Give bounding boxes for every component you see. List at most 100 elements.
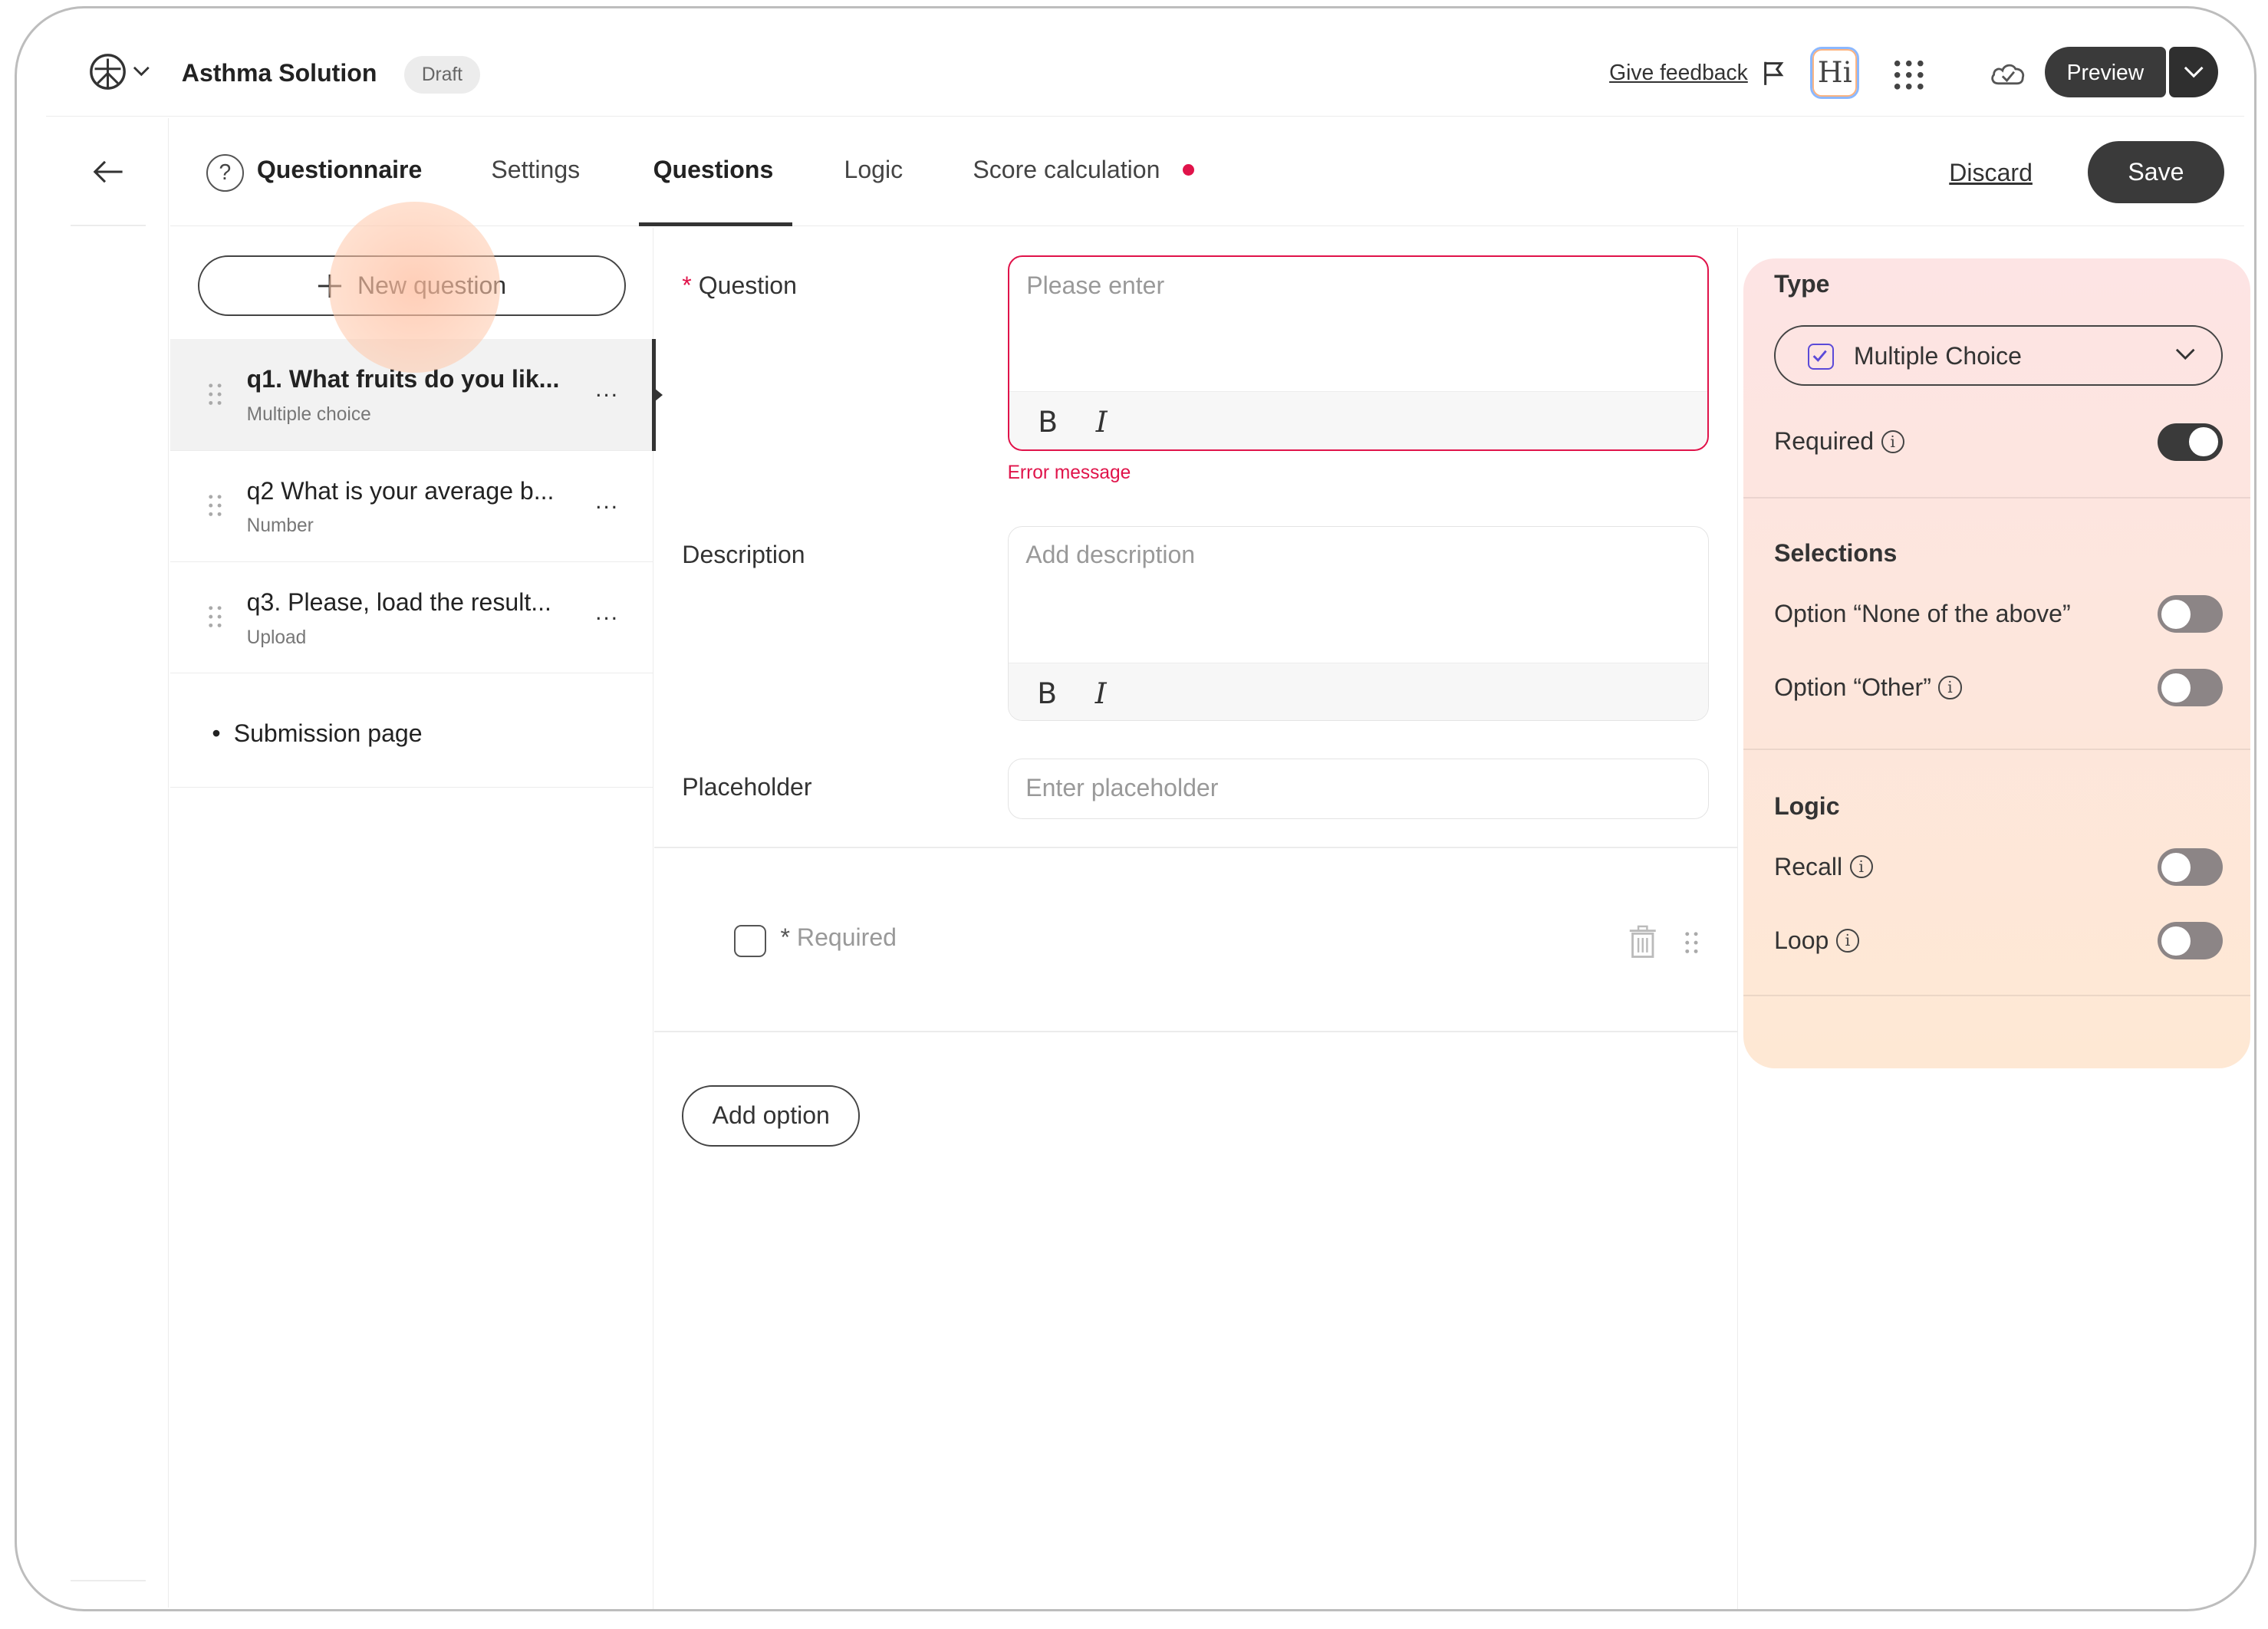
recall-label: Recall	[1774, 852, 1843, 880]
question-item-q3[interactable]: q3. Please, load the result... Upload ..…	[170, 562, 653, 673]
tab-logic[interactable]: Logic	[844, 156, 904, 184]
more-options-button[interactable]: ...	[595, 489, 619, 515]
divider	[654, 847, 1738, 849]
submission-page-label: Submission page	[233, 719, 423, 748]
toggle-knob	[2161, 673, 2191, 703]
toggle-knob	[2161, 926, 2191, 956]
other-option-toggle[interactable]	[2157, 669, 2223, 707]
active-tab-indicator	[638, 222, 792, 227]
required-row: Required i	[1774, 427, 1904, 456]
loop-row: Loop i	[1774, 926, 1859, 955]
more-options-button[interactable]: ...	[595, 600, 619, 626]
format-toolbar: B I	[1009, 391, 1708, 449]
divider	[1743, 496, 2250, 499]
loop-label: Loop	[1774, 926, 1829, 954]
question-input[interactable]: Please enter B I	[1007, 255, 1710, 451]
chevron-down-icon	[2184, 66, 2204, 78]
rail-divider	[70, 1580, 146, 1582]
hi-assistant-icon[interactable]: Hi	[1810, 47, 1860, 100]
none-option-toggle[interactable]	[2157, 595, 2223, 634]
question-type: Multiple choice	[246, 404, 371, 426]
question-item-q1[interactable]: q1. What fruits do you lik... Multiple c…	[170, 339, 663, 451]
status-badge: Draft	[404, 55, 480, 94]
info-icon[interactable]: i	[1938, 676, 1962, 699]
new-question-label: New question	[357, 272, 507, 300]
preview-button[interactable]: Preview	[2044, 47, 2167, 98]
tab-score-calculation[interactable]: Score calculation	[973, 156, 1160, 184]
bullet-icon: •	[212, 719, 221, 748]
bold-button[interactable]: B	[1038, 405, 1058, 439]
tab-questions[interactable]: Questions	[653, 156, 774, 184]
divider	[1743, 994, 2250, 996]
drag-handle-icon[interactable]	[1684, 931, 1699, 954]
question-field-label: * Question	[682, 271, 797, 299]
help-icon: ?	[206, 153, 244, 192]
submission-page-item[interactable]: • Submission page	[170, 676, 653, 788]
question-title: q1. What fruits do you lik...	[246, 365, 560, 393]
type-dropdown[interactable]: Multiple Choice	[1774, 324, 2223, 386]
format-toolbar: B I	[1008, 662, 1709, 721]
app-switcher[interactable]	[89, 53, 150, 90]
preview-options-button[interactable]	[2168, 47, 2218, 98]
drag-handle-icon[interactable]	[208, 494, 222, 517]
toggle-knob	[2161, 599, 2191, 629]
recall-row: Recall i	[1774, 853, 1873, 881]
app-frame: Asthma Solution Draft Give feedback Hi P…	[14, 5, 2256, 1611]
logo-icon	[90, 54, 126, 90]
properties-panel: Type Multiple Choice Required i Selectio…	[1743, 258, 2250, 1068]
placeholder-input[interactable]: Enter placeholder	[1007, 759, 1710, 820]
drag-handle-icon[interactable]	[208, 605, 222, 628]
section-title: Questionnaire	[256, 155, 423, 183]
question-title: q3. Please, load the result...	[246, 587, 551, 616]
info-icon[interactable]: i	[1881, 429, 1904, 453]
chevron-down-icon	[133, 66, 150, 77]
back-arrow-icon[interactable]	[92, 159, 123, 185]
option-label[interactable]: * Required	[781, 923, 897, 952]
required-toggle[interactable]	[2157, 423, 2223, 461]
new-question-button[interactable]: New question	[197, 255, 626, 317]
none-option-row: Option “None of the above”	[1774, 600, 2071, 628]
other-option-label: Option “Other”	[1774, 673, 1931, 701]
question-placeholder: Please enter	[1026, 271, 1165, 299]
notification-dot	[1182, 164, 1194, 176]
cloud-saved-icon	[1991, 64, 2025, 84]
description-placeholder: Add description	[1025, 541, 1196, 569]
logic-section-title: Logic	[1774, 791, 1840, 820]
italic-button[interactable]: I	[1096, 405, 1108, 439]
bold-button[interactable]: B	[1037, 676, 1057, 710]
divider	[1743, 749, 2250, 750]
flag-icon[interactable]	[1761, 59, 1787, 88]
apps-grid-icon[interactable]	[1893, 59, 1924, 90]
divider	[654, 1030, 1738, 1032]
discard-button[interactable]: Discard	[1949, 159, 2033, 187]
more-options-button[interactable]: ...	[595, 377, 619, 403]
add-option-button[interactable]: Add option	[682, 1085, 861, 1147]
question-list: New question q1. What fruits do you lik.…	[170, 202, 663, 1609]
left-rail	[46, 117, 169, 1608]
option-checkbox[interactable]	[734, 925, 766, 957]
give-feedback-link[interactable]: Give feedback	[1609, 60, 1748, 85]
info-icon[interactable]: i	[1835, 929, 1859, 953]
chevron-down-icon	[2175, 348, 2195, 360]
toggle-knob	[2161, 852, 2191, 882]
question-title: q2 What is your average b...	[246, 476, 555, 505]
question-item-q2[interactable]: q2 What is your average b... Number ...	[170, 451, 653, 562]
required-label: Required	[1774, 427, 1875, 456]
recall-toggle[interactable]	[2157, 848, 2223, 887]
drag-handle-icon[interactable]	[208, 383, 222, 406]
none-option-label: Option “None of the above”	[1774, 599, 2071, 627]
tab-settings[interactable]: Settings	[491, 156, 580, 184]
tab-bar: ? Questionnaire Settings Questions Logic…	[170, 118, 2244, 227]
italic-button[interactable]: I	[1095, 676, 1107, 710]
question-type: Number	[246, 515, 314, 537]
loop-toggle[interactable]	[2157, 922, 2223, 960]
placeholder-field-label: Placeholder	[682, 773, 812, 801]
error-message: Error message	[1007, 462, 1131, 483]
app-title: Asthma Solution	[181, 58, 377, 87]
plus-icon	[318, 274, 342, 298]
save-button[interactable]: Save	[2088, 141, 2224, 204]
trash-icon[interactable]	[1627, 925, 1658, 959]
question-type: Upload	[246, 627, 307, 648]
info-icon[interactable]: i	[1849, 855, 1873, 879]
description-input[interactable]: Add description B I	[1007, 525, 1710, 722]
